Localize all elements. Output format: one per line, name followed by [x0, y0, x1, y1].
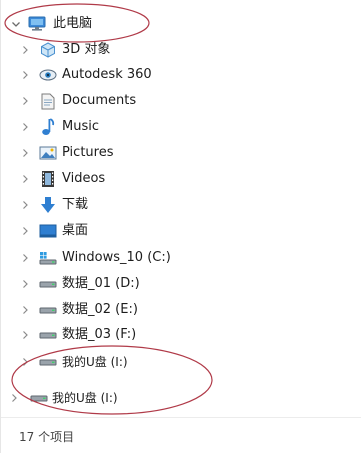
tree-item-label: 数据_02 (E:) — [62, 302, 138, 317]
tree-item-usb-drive[interactable]: 我的U盘 (I:) — [1, 350, 301, 374]
tree-item-videos[interactable]: Videos — [1, 167, 301, 191]
music-note-icon — [39, 118, 57, 136]
chevron-down-icon[interactable] — [9, 12, 23, 36]
chevron-right-icon[interactable] — [18, 246, 32, 270]
tree-item-label: Autodesk 360 — [62, 67, 152, 82]
film-icon — [39, 170, 57, 188]
status-item-count: 17 个项目 — [19, 430, 75, 444]
chevron-right-icon[interactable] — [7, 386, 21, 410]
chevron-right-icon[interactable] — [18, 89, 32, 113]
tree-item-drive-e[interactable]: 数据_02 (E:) — [1, 298, 301, 322]
tree-item-label: 数据_03 (F:) — [62, 327, 137, 342]
download-arrow-icon — [39, 196, 57, 214]
usb-drive-icon — [30, 389, 48, 407]
chevron-right-icon[interactable] — [18, 350, 32, 374]
tree-item-music[interactable]: Music — [1, 115, 301, 139]
tree-item-label: Windows_10 (C:) — [62, 250, 171, 265]
drive-icon — [39, 326, 57, 344]
drive-icon — [39, 275, 57, 293]
chevron-right-icon[interactable] — [18, 323, 32, 347]
tree-item-downloads[interactable]: 下载 — [1, 193, 301, 217]
tree-item-label: Videos — [62, 171, 106, 186]
tree-item-autodesk-360[interactable]: Autodesk 360 — [1, 63, 301, 87]
document-icon — [39, 92, 57, 110]
navigation-pane: 此电脑 3D 对象 Autodesk 360 Documents Music P… — [0, 0, 361, 453]
chevron-right-icon[interactable] — [18, 38, 32, 62]
tree-item-drive-d[interactable]: 数据_01 (D:) — [1, 272, 301, 296]
tree-item-label: 桌面 — [62, 223, 89, 238]
chevron-right-icon[interactable] — [18, 167, 32, 191]
chevron-right-icon[interactable] — [18, 219, 32, 243]
chevron-right-icon[interactable] — [18, 193, 32, 217]
cloud-eye-icon — [39, 66, 57, 84]
usb-drive-icon — [39, 353, 57, 371]
picture-icon — [39, 144, 57, 162]
chevron-right-icon[interactable] — [18, 272, 32, 296]
tree-item-drive-c[interactable]: Windows_10 (C:) — [1, 246, 301, 270]
tree-item-label: Documents — [62, 93, 137, 108]
tree-item-label: 3D 对象 — [62, 42, 111, 57]
system-drive-icon — [39, 249, 57, 267]
cube-3d-icon — [39, 41, 57, 59]
tree-item-label: 我的U盘 (I:) — [62, 355, 128, 369]
chevron-right-icon[interactable] — [18, 63, 32, 87]
tree-item-label: 下载 — [62, 197, 89, 212]
tree-item-pictures[interactable]: Pictures — [1, 141, 301, 165]
tree-item-desktop[interactable]: 桌面 — [1, 219, 301, 243]
drive-icon — [39, 301, 57, 319]
chevron-right-icon[interactable] — [18, 298, 32, 322]
tree-item-label: 此电脑 — [53, 16, 93, 31]
monitor-icon — [28, 15, 46, 33]
tree-item-label: 数据_01 (D:) — [62, 276, 140, 291]
chevron-right-icon[interactable] — [18, 141, 32, 165]
status-bar-divider — [1, 417, 361, 418]
tree-item-documents[interactable]: Documents — [1, 89, 301, 113]
tree-item-drive-f[interactable]: 数据_03 (F:) — [1, 323, 301, 347]
tree-item-this-pc[interactable]: 此电脑 — [1, 12, 301, 36]
tree-item-label: 我的U盘 (I:) — [52, 391, 118, 405]
tree-item-label: Pictures — [62, 145, 114, 160]
tree-item-label: Music — [62, 119, 99, 134]
desktop-icon — [39, 222, 57, 240]
tree-item-usb-drive-root[interactable]: 我的U盘 (I:) — [1, 386, 301, 410]
chevron-right-icon[interactable] — [18, 115, 32, 139]
tree-item-3d-objects[interactable]: 3D 对象 — [1, 38, 301, 62]
